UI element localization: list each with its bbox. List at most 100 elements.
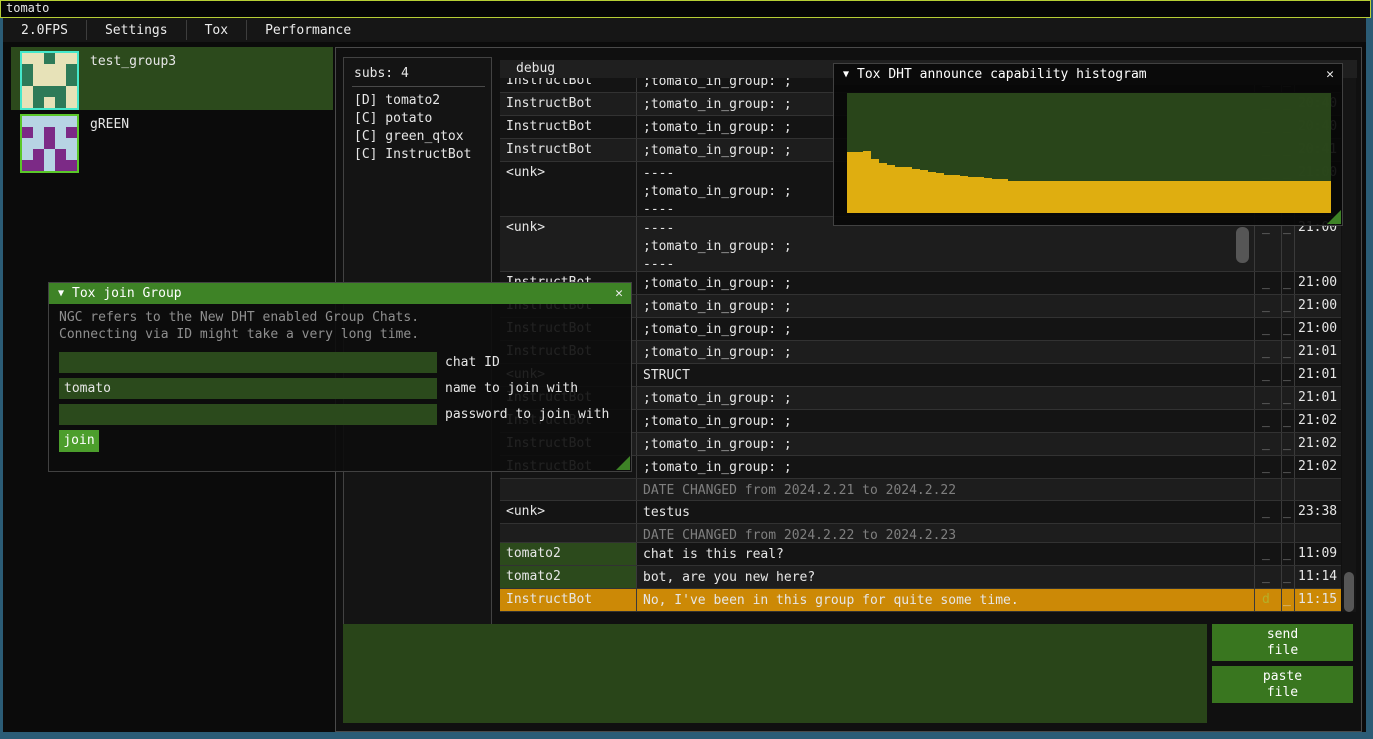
message-timestamp: 11:09 xyxy=(1295,543,1341,565)
message-row[interactable]: InstructBotNo, I've been in this group f… xyxy=(500,589,1341,612)
message-text: testus xyxy=(637,501,1255,523)
message-author xyxy=(500,479,637,500)
close-icon[interactable]: ✕ xyxy=(615,286,623,301)
os-window-titlebar[interactable]: tomato xyxy=(0,0,1371,18)
menu-item-performance[interactable]: Performance xyxy=(247,18,369,42)
message-flag-delivered xyxy=(1255,479,1282,500)
histogram-bar xyxy=(1073,181,1081,213)
message-text: bot, are you new here? xyxy=(637,566,1255,588)
join-password-input[interactable] xyxy=(59,404,437,425)
close-icon[interactable]: ✕ xyxy=(1326,67,1334,82)
join-group-title: Tox join Group xyxy=(72,286,182,301)
message-text: ;tomato_in_group: ; xyxy=(637,341,1255,363)
join-group-dialog[interactable]: ▼ Tox join Group ✕ NGC refers to the New… xyxy=(48,282,632,472)
message-input[interactable] xyxy=(343,624,1207,723)
histogram-bar xyxy=(1129,181,1137,213)
avatar-pixel xyxy=(44,97,55,108)
avatar-pixel xyxy=(55,160,66,171)
message-text: ;tomato_in_group: ; xyxy=(637,272,1255,294)
group-item-test_group3[interactable]: test_group3 xyxy=(11,47,333,110)
message-flag-read: _ xyxy=(1282,501,1295,523)
message-flag-read: _ xyxy=(1282,410,1295,432)
message-column-scrollbar[interactable] xyxy=(1236,227,1249,263)
message-flag-delivered: _ xyxy=(1255,318,1282,340)
avatar-pixel xyxy=(33,138,44,149)
message-flag-delivered: _ xyxy=(1255,543,1282,565)
histogram-bar xyxy=(912,169,920,213)
dht-histogram-window[interactable]: ▼ Tox DHT announce capability histogram … xyxy=(833,63,1343,226)
avatar-pixel xyxy=(66,75,77,86)
send-file-button[interactable]: send file xyxy=(1212,624,1353,661)
histogram-bar xyxy=(1178,181,1186,213)
histogram-bar xyxy=(1137,181,1145,213)
member-list-item[interactable]: [C] potato xyxy=(354,111,491,126)
paste-file-label: paste file xyxy=(1263,669,1302,701)
date-change-row[interactable]: DATE CHANGED from 2024.2.22 to 2024.2.23 xyxy=(500,524,1341,543)
avatar-pixel xyxy=(66,97,77,108)
member-list-item[interactable]: [D] tomato2 xyxy=(354,93,491,108)
histogram-bar xyxy=(1016,181,1024,213)
collapse-icon[interactable]: ▼ xyxy=(58,288,64,299)
histogram-bar xyxy=(1186,181,1194,213)
resize-grip-icon[interactable] xyxy=(1327,210,1341,224)
join-name-input[interactable] xyxy=(59,378,437,399)
histogram-bar xyxy=(1323,181,1331,213)
avatar-pixel xyxy=(22,86,33,97)
avatar-pixel xyxy=(55,64,66,75)
histogram-bar xyxy=(1299,181,1307,213)
join-name-label: name to join with xyxy=(445,381,578,396)
menu-item-settings[interactable]: Settings xyxy=(87,18,186,42)
histogram-bar xyxy=(1307,181,1315,213)
avatar-pixel xyxy=(33,160,44,171)
join-group-titlebar[interactable]: ▼ Tox join Group ✕ xyxy=(49,283,631,304)
histogram-bar xyxy=(1065,181,1073,213)
group-name-label: test_group3 xyxy=(90,54,176,110)
collapse-icon[interactable]: ▼ xyxy=(843,69,849,80)
avatar-pixel xyxy=(33,75,44,86)
message-author: InstructBot xyxy=(500,139,637,161)
message-author: <unk> xyxy=(500,162,637,216)
dht-histogram-titlebar[interactable]: ▼ Tox DHT announce capability histogram … xyxy=(834,64,1342,85)
histogram-bar xyxy=(871,159,879,213)
message-flag-delivered: _ xyxy=(1255,433,1282,455)
message-timestamp: 11:14 xyxy=(1295,566,1341,588)
chat-scrollbar-thumb[interactable] xyxy=(1344,572,1354,612)
histogram-bar xyxy=(1153,181,1161,213)
date-change-row[interactable]: DATE CHANGED from 2024.2.21 to 2024.2.22 xyxy=(500,479,1341,501)
chat-scrollbar-track[interactable] xyxy=(1342,60,1356,612)
member-list-item[interactable]: [C] green_qtox xyxy=(354,129,491,144)
group-item-green[interactable]: gREEN xyxy=(11,110,333,168)
histogram-bar xyxy=(1202,181,1210,213)
histogram-bar xyxy=(1266,181,1274,213)
join-button[interactable]: join xyxy=(59,430,99,452)
histogram-bar xyxy=(887,165,895,213)
avatar-pixel xyxy=(44,127,55,138)
menu-item-tox[interactable]: Tox xyxy=(187,18,246,42)
member-list-item[interactable]: [C] InstructBot xyxy=(354,147,491,162)
avatar-pixel xyxy=(55,138,66,149)
histogram-bar xyxy=(1250,181,1258,213)
histogram-bar xyxy=(1274,181,1282,213)
join-password-label: password to join with xyxy=(445,407,609,422)
message-timestamp: 21:01 xyxy=(1295,341,1341,363)
avatar-pixel xyxy=(33,116,44,127)
message-row[interactable]: <unk>testus__23:38 xyxy=(500,501,1341,524)
avatar-pixel xyxy=(55,149,66,160)
chat-id-input[interactable] xyxy=(59,352,437,373)
screen: tomato 2.0FPSSettingsToxPerformance test… xyxy=(0,0,1373,739)
message-row[interactable]: tomato2bot, are you new here?__11:14 xyxy=(500,566,1341,589)
message-flag-delivered: _ xyxy=(1255,566,1282,588)
message-timestamp xyxy=(1295,479,1341,500)
resize-grip-icon[interactable] xyxy=(616,456,630,470)
avatar-pixel xyxy=(55,127,66,138)
message-flag-read: _ xyxy=(1282,364,1295,386)
paste-file-button[interactable]: paste file xyxy=(1212,666,1353,703)
message-row[interactable]: tomato2chat is this real?__11:09 xyxy=(500,543,1341,566)
chat-tab-label: debug xyxy=(516,61,555,76)
message-flag-delivered: _ xyxy=(1255,272,1282,294)
avatar-pixel xyxy=(22,97,33,108)
avatar-pixel xyxy=(55,53,66,64)
message-timestamp: 21:02 xyxy=(1295,456,1341,478)
menu-item-2-0fps[interactable]: 2.0FPS xyxy=(3,18,86,42)
message-flag-delivered xyxy=(1255,524,1282,542)
